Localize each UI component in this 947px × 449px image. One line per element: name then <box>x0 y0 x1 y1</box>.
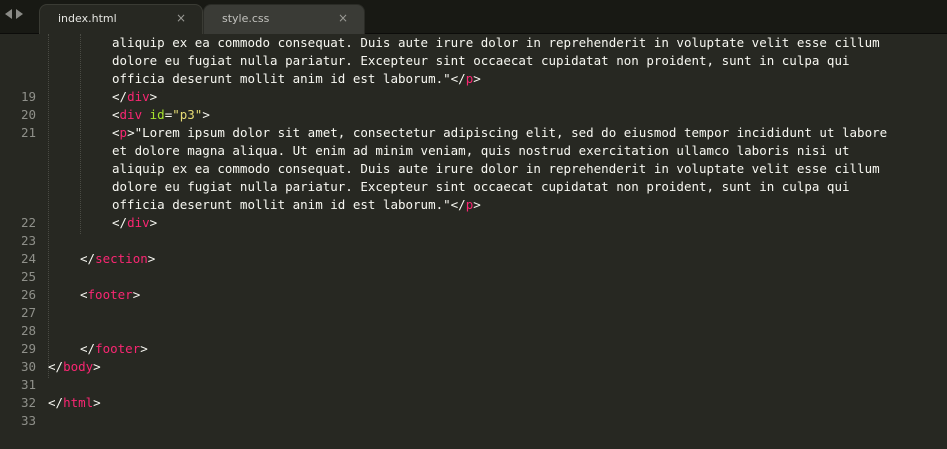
line-number: 24 <box>20 251 36 266</box>
token-text: aliquip ex ea commodo consequat. Duis au… <box>112 35 880 50</box>
line-number: 19 <box>20 89 36 104</box>
token-text: officia deserunt mollit anim id est labo… <box>112 71 451 86</box>
token-punc: </ <box>112 89 128 104</box>
token-punc: </ <box>48 395 64 410</box>
tab-label: index.html <box>58 12 117 25</box>
code-line: dolore eu fugiat nulla pariatur. Excepte… <box>112 178 850 196</box>
code-line: </div> <box>112 214 157 232</box>
token-text: et dolore magna aliqua. Ut enim ad minim… <box>112 143 850 158</box>
token-tag: p <box>119 125 128 140</box>
arrow-right-icon[interactable] <box>16 9 23 19</box>
code-line: <footer> <box>80 286 140 304</box>
token-punc: > <box>202 107 210 122</box>
line-number: 27 <box>20 305 36 320</box>
token-punc: > <box>149 215 158 230</box>
line-number: 30 <box>20 359 36 374</box>
token-punc: > <box>473 197 481 212</box>
line-number: 33 <box>20 413 36 428</box>
token-punc: < <box>112 107 120 122</box>
token-tag: body <box>63 359 94 374</box>
indent-guide <box>80 34 81 234</box>
tab-index-html[interactable]: index.html × <box>39 4 203 34</box>
token-punc: > <box>149 89 158 104</box>
token-punc: < <box>80 287 88 302</box>
tab-label: style.css <box>222 12 270 25</box>
code-line: </footer> <box>80 340 148 358</box>
close-icon[interactable]: × <box>176 11 186 25</box>
token-tag: footer <box>87 287 133 302</box>
token-tag: footer <box>95 341 141 356</box>
token-punc: > <box>473 71 481 86</box>
token-tag: section <box>95 251 148 266</box>
code-editor[interactable]: 19 20 21 22 23 24 25 26 27 28 29 30 31 32 33 aliquip ex… <box>0 34 947 449</box>
code-line: dolore eu fugiat nulla pariatur. Excepte… <box>112 52 850 70</box>
line-number: 28 <box>20 323 36 338</box>
line-number: 22 <box>20 215 36 230</box>
token-text: officia deserunt mollit anim id est labo… <box>112 197 451 212</box>
token-punc: > <box>93 395 101 410</box>
token-punc: > <box>132 287 141 302</box>
token-punc: < <box>112 125 120 140</box>
token-tag: div <box>127 215 150 230</box>
token-punc: </ <box>450 71 466 86</box>
line-number: 26 <box>20 287 36 302</box>
token-tag: html <box>63 395 94 410</box>
token-punc: </ <box>112 215 128 230</box>
token-text: aliquip ex ea commodo consequat. Duis au… <box>112 161 880 176</box>
line-number: 20 <box>20 107 36 122</box>
token-text: "Lorem ipsum dolor sit amet, consectetur… <box>134 125 888 140</box>
token-punc: > <box>127 125 135 140</box>
token-punc: </ <box>80 341 96 356</box>
token-punc: > <box>147 251 156 266</box>
code-line: et dolore magna aliqua. Ut enim ad minim… <box>112 142 850 160</box>
tab-style-css[interactable]: style.css × <box>203 4 365 34</box>
code-line: </div> <box>112 88 157 106</box>
token-tag: div <box>119 107 143 122</box>
token-punc: > <box>140 341 148 356</box>
token-punc: > <box>93 359 101 374</box>
code-line: officia deserunt mollit anim id est labo… <box>112 70 481 88</box>
token-punc: </ <box>48 359 64 374</box>
arrow-left-icon[interactable] <box>5 9 12 19</box>
line-number: 25 <box>20 269 36 284</box>
line-number: 23 <box>20 233 36 248</box>
code-line: aliquip ex ea commodo consequat. Duis au… <box>112 160 880 178</box>
token-text: dolore eu fugiat nulla pariatur. Excepte… <box>112 179 850 194</box>
code-line: </body> <box>48 358 101 376</box>
token-text: dolore eu fugiat nulla pariatur. Excepte… <box>112 53 850 68</box>
indent-guide <box>48 34 49 378</box>
tab-bar: index.html × style.css × <box>0 0 947 34</box>
token-punc: </ <box>450 197 466 212</box>
code-line: </html> <box>48 394 101 412</box>
token-attr: id <box>149 107 165 122</box>
line-number: 31 <box>20 377 36 392</box>
close-icon[interactable]: × <box>338 11 348 25</box>
code-line: <p>"Lorem ipsum dolor sit amet, consecte… <box>112 124 887 142</box>
token-punc: </ <box>80 251 96 266</box>
code-line: officia deserunt mollit anim id est labo… <box>112 196 481 214</box>
token-str: "p3" <box>172 107 203 122</box>
tab-nav-arrows <box>5 9 23 23</box>
code-line: <div id="p3"> <box>112 106 210 124</box>
line-number: 32 <box>20 395 36 410</box>
line-number: 29 <box>20 341 36 356</box>
code-line: aliquip ex ea commodo consequat. Duis au… <box>112 34 880 52</box>
line-number: 21 <box>20 125 36 140</box>
token-tag: div <box>127 89 150 104</box>
code-line: </section> <box>80 250 155 268</box>
